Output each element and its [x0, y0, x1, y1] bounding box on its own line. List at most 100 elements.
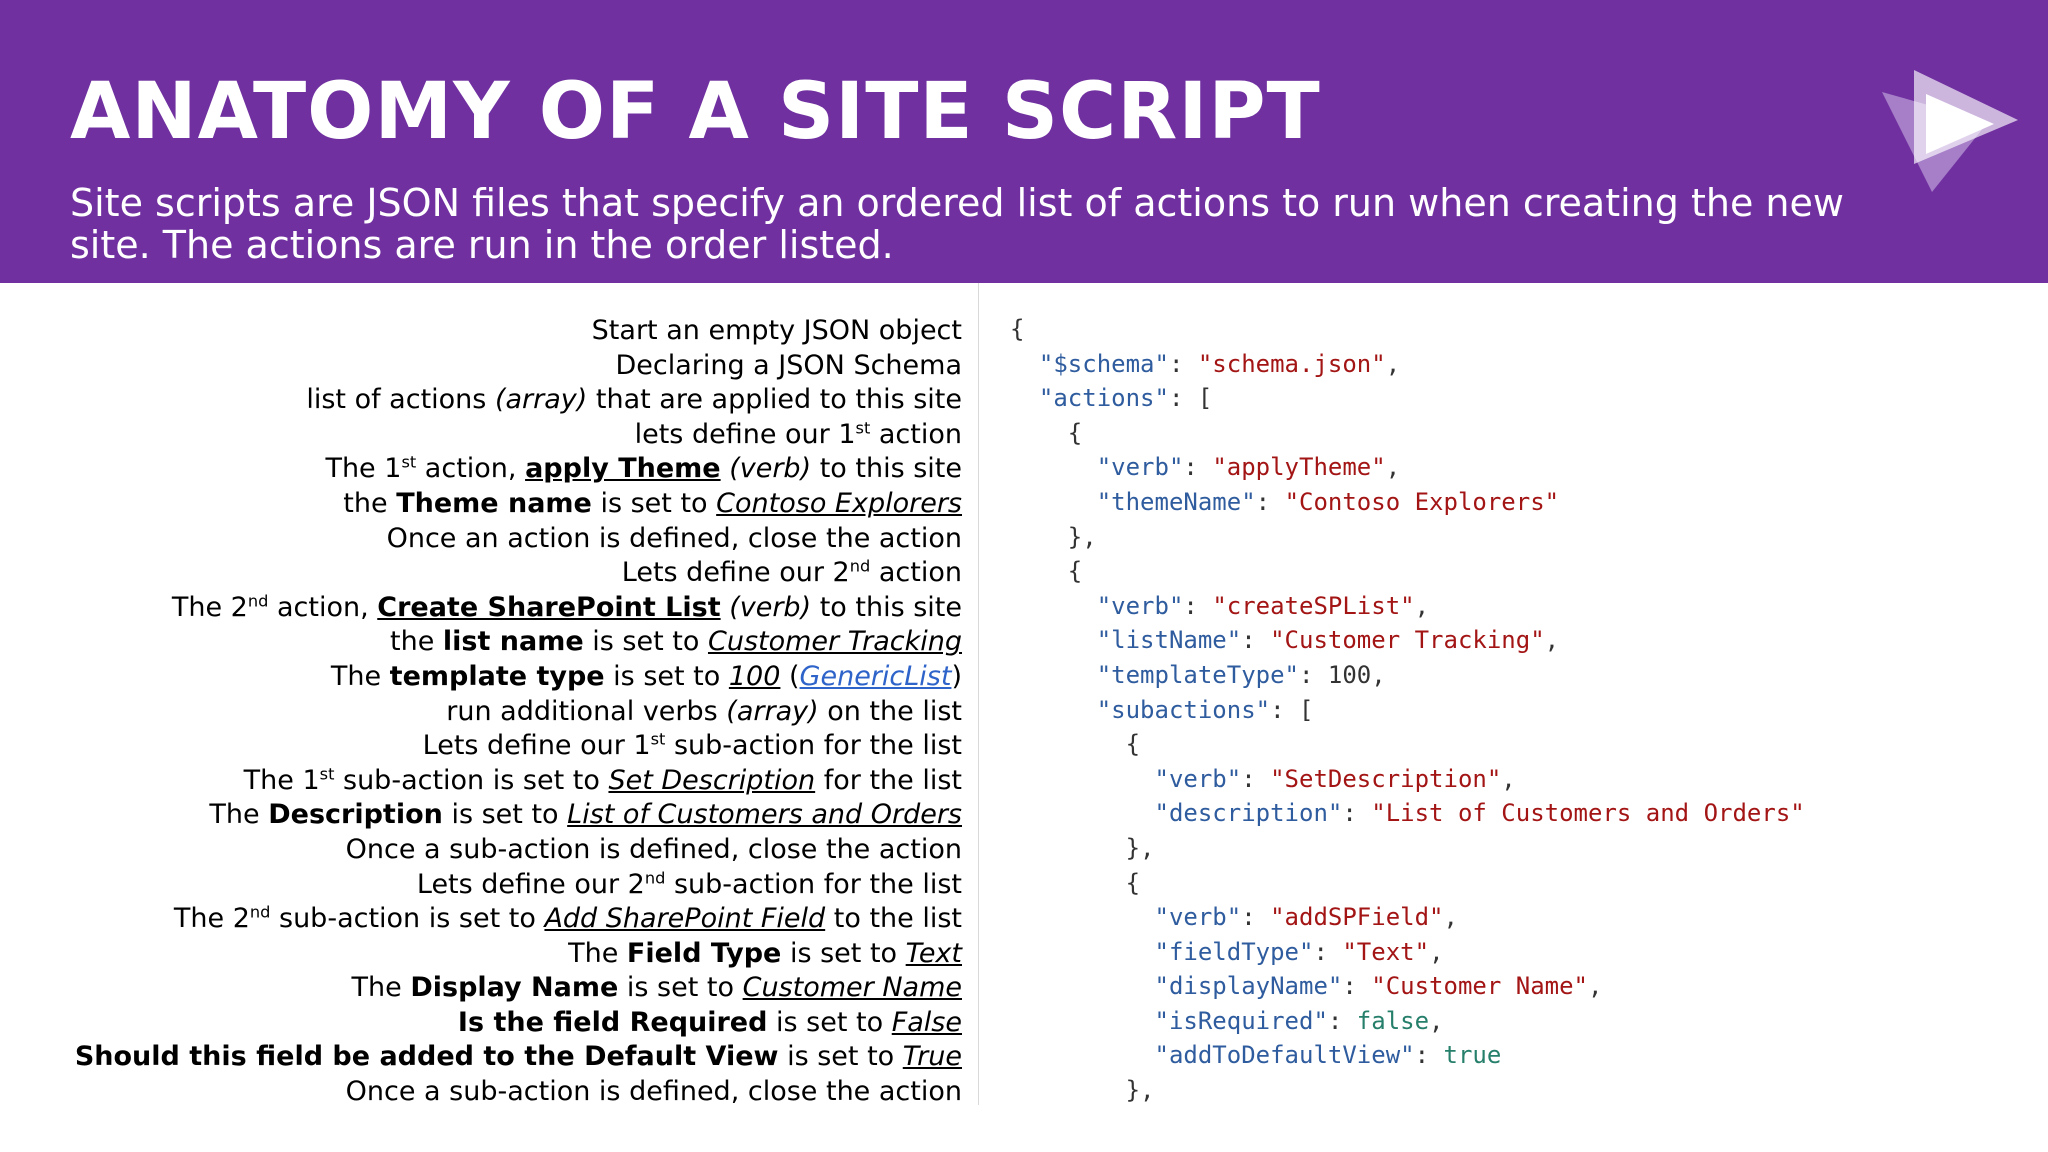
explanation-segment: is set to	[591, 487, 717, 519]
explanation-segment: The	[209, 799, 269, 831]
explanation-segment: Declaring a JSON Schema	[615, 349, 962, 381]
explanation-segment: sub-action for the list	[665, 730, 962, 762]
explanation-segment: nd	[644, 867, 666, 887]
code-token: ,	[1429, 937, 1444, 966]
code-token: ,	[1429, 1006, 1444, 1035]
explanation-line: list of actions (array) that are applied…	[22, 383, 962, 418]
code-token: :	[1168, 349, 1198, 378]
code-token: true	[1443, 1041, 1502, 1070]
explanation-segment: st	[855, 418, 871, 438]
explanation-segment: st	[401, 452, 417, 472]
explanation-segment: List of Customers and Orders	[567, 799, 962, 831]
code-token: "listName"	[1096, 626, 1242, 655]
code-token: ,	[1385, 349, 1401, 378]
code-token: "applyTheme"	[1212, 453, 1386, 482]
explanation-segment: The	[351, 972, 411, 1004]
explanation-segment: The 1	[243, 764, 320, 796]
code-line: "templateType": 100,	[1010, 658, 1805, 693]
explanation-segment: Set Description	[608, 764, 816, 796]
code-token: "verb"	[1096, 453, 1184, 482]
explanation-segment: Should this field be added to the Defaul…	[74, 1041, 779, 1073]
explanation-line: Once a sub-action is defined, close the …	[22, 1075, 962, 1110]
code-token: "addToDefaultView"	[1154, 1041, 1415, 1070]
explanation-line: Declaring a JSON Schema	[22, 349, 962, 384]
explanation-segment: for the list	[815, 764, 962, 796]
code-line: {	[1010, 554, 1805, 589]
code-token: "schema.json"	[1197, 349, 1386, 378]
code-token: ,	[1501, 764, 1516, 793]
explanation-segment: is set to	[778, 1041, 903, 1073]
code-line: },	[1010, 1073, 1805, 1108]
explanation-line: run additional verbs (array) on the list	[22, 695, 962, 730]
explanation-line: Start an empty JSON object	[22, 314, 962, 349]
code-token: ,	[1443, 903, 1458, 932]
code-token: false	[1356, 1006, 1430, 1035]
explanation-segment: sub-action is set to	[334, 764, 609, 796]
code-token: },	[1125, 833, 1155, 862]
explanation-segment: sub-action is set to	[270, 903, 545, 935]
code-token: {	[1010, 315, 1025, 343]
explanation-segment: The 2	[173, 903, 250, 935]
explanation-segment: (verb)	[729, 591, 812, 623]
code-line: "actions": [	[1010, 381, 1805, 416]
code-line: "verb": "addSPField",	[1010, 900, 1805, 935]
code-token: :	[1255, 487, 1285, 516]
explanation-segment: True	[902, 1041, 962, 1073]
code-line: "$schema": "schema.json",	[1010, 347, 1805, 382]
explanation-segment: Add SharePoint Field	[544, 903, 826, 935]
code-token: "Customer Name"	[1371, 972, 1588, 1001]
code-token: {	[1125, 868, 1141, 897]
explanation-line: Lets define our 1st sub-action for the l…	[22, 729, 962, 764]
explanation-line: Once an action is defined, close the act…	[22, 522, 962, 557]
generic-list-link[interactable]: GenericList	[800, 661, 952, 692]
code-line: {	[1010, 416, 1805, 451]
explanation-segment: False	[891, 1006, 962, 1038]
code-token: 100	[1327, 660, 1372, 689]
explanation-segment: is set to	[604, 660, 729, 692]
explanation-segment: The	[330, 660, 390, 692]
code-token: ,	[1414, 591, 1430, 620]
explanation-segment: nd	[249, 902, 271, 922]
explanation-segment: st	[319, 764, 335, 783]
code-token: :	[1183, 591, 1213, 620]
explanation-segment: The	[568, 937, 627, 969]
explanation-segment: is set to	[767, 1006, 892, 1038]
code-line: "description": "List of Customers and Or…	[1010, 796, 1805, 831]
explanation-segment: lets define our 1	[634, 418, 856, 450]
code-token: :	[1342, 799, 1372, 828]
code-token: {	[1125, 730, 1141, 759]
explanation-segment: on the list	[818, 695, 962, 727]
code-line: "verb": "applyTheme",	[1010, 450, 1805, 485]
explanation-segment: action	[870, 557, 962, 589]
code-token: :	[1327, 1006, 1357, 1035]
explanation-segment: action,	[416, 453, 526, 485]
explanation-segment: Start an empty JSON object	[591, 315, 962, 346]
code-token: "displayName"	[1154, 972, 1343, 1001]
explanation-segment: is set to	[618, 972, 743, 1004]
code-token: "Contoso Explorers"	[1284, 487, 1560, 516]
explanation-line: Lets define our 2nd sub-action for the l…	[22, 868, 962, 903]
explanation-line: Should this field be added to the Defaul…	[22, 1040, 962, 1075]
explanation-segment: is set to	[583, 626, 708, 658]
code-line: "verb": "createSPList",	[1010, 589, 1805, 624]
code-line: {	[1010, 866, 1805, 901]
code-token: "createSPList"	[1212, 591, 1415, 620]
code-token: "isRequired"	[1154, 1006, 1328, 1035]
code-line: },	[1010, 831, 1805, 866]
explanation-segment: Lets define our 2	[621, 557, 850, 589]
explanation-line: The 1st action, apply Theme (verb) to th…	[22, 452, 962, 487]
code-token: : [	[1168, 384, 1213, 413]
code-token: "templateType"	[1096, 660, 1299, 689]
code-token: :	[1313, 937, 1343, 966]
explanation-segment: Customer Tracking	[707, 626, 962, 658]
explanation-segment: Once an action is defined, close the act…	[386, 522, 962, 554]
explanation-segment	[721, 592, 730, 623]
